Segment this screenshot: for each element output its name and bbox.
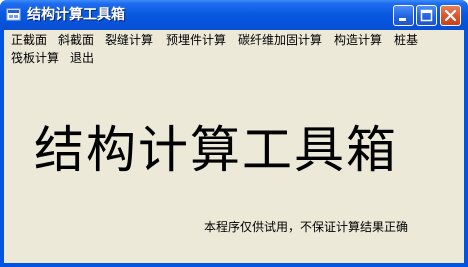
- menu-item-cfrp-strengthening[interactable]: 碳纤维加固计算: [236, 32, 324, 48]
- menu-item-normal-section[interactable]: 正截面: [9, 32, 49, 48]
- maximize-icon: [420, 9, 433, 22]
- menu-item-raft-calc[interactable]: 筏板计算: [9, 50, 61, 66]
- maximize-button[interactable]: [416, 5, 437, 26]
- close-button[interactable]: [440, 5, 461, 26]
- menu-item-oblique-section[interactable]: 斜截面: [56, 32, 96, 48]
- menu-item-detailing-calc[interactable]: 构造计算: [332, 32, 384, 48]
- menu-bar: 正截面 斜截面 裂缝计算 预埋件计算 碳纤维加固计算 构造计算 桩基 筏板计算 …: [4, 30, 464, 70]
- menu-item-embedded-parts[interactable]: 预埋件计算: [164, 32, 228, 48]
- close-icon: [444, 9, 457, 22]
- disclaimer-text: 本程序仅供试用，不保证计算结果正确: [204, 220, 409, 234]
- app-window: 结构计算工具箱 正截面 斜截面 裂缝计算 预埋件计算 碳纤维加固计算 构造计算: [0, 0, 468, 267]
- window-title: 结构计算工具箱: [27, 7, 125, 23]
- minimize-button[interactable]: [393, 5, 414, 26]
- menu-item-pile-foundation[interactable]: 桩基: [392, 32, 420, 48]
- menu-item-crack-calc[interactable]: 裂缝计算: [103, 32, 155, 48]
- minimize-icon: [399, 18, 406, 21]
- menu-item-exit[interactable]: 退出: [68, 50, 96, 66]
- client-area: 正截面 斜截面 裂缝计算 预埋件计算 碳纤维加固计算 构造计算 桩基 筏板计算 …: [4, 30, 464, 263]
- app-icon[interactable]: [6, 7, 21, 22]
- title-bar[interactable]: 结构计算工具箱: [0, 0, 468, 30]
- main-title: 结构计算工具箱: [34, 121, 398, 179]
